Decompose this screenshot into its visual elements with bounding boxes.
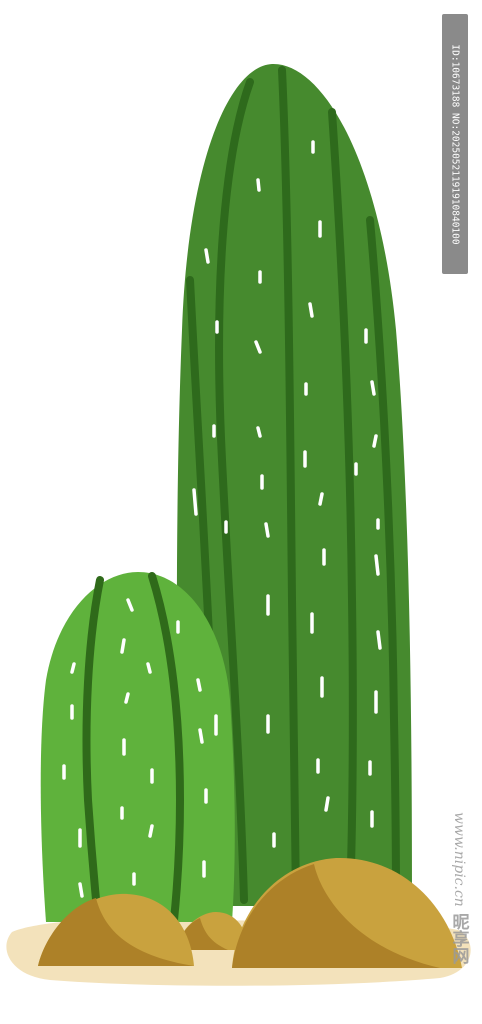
- illustration-canvas: ID:10673188 NO:20250521191910840100 www.…: [0, 0, 482, 1024]
- watermark-brand-text: 昵享网: [448, 912, 469, 964]
- image-id-badge: ID:10673188 NO:20250521191910840100: [442, 14, 468, 274]
- image-id-label: ID:10673188 NO:20250521191910840100: [449, 43, 461, 245]
- cactus-illustration: [6, 63, 471, 986]
- watermark-site-text: www.nipic.cn: [451, 812, 467, 907]
- watermark: www.nipic.cn 昵享网: [444, 812, 474, 1012]
- small-cactus: [40, 572, 235, 924]
